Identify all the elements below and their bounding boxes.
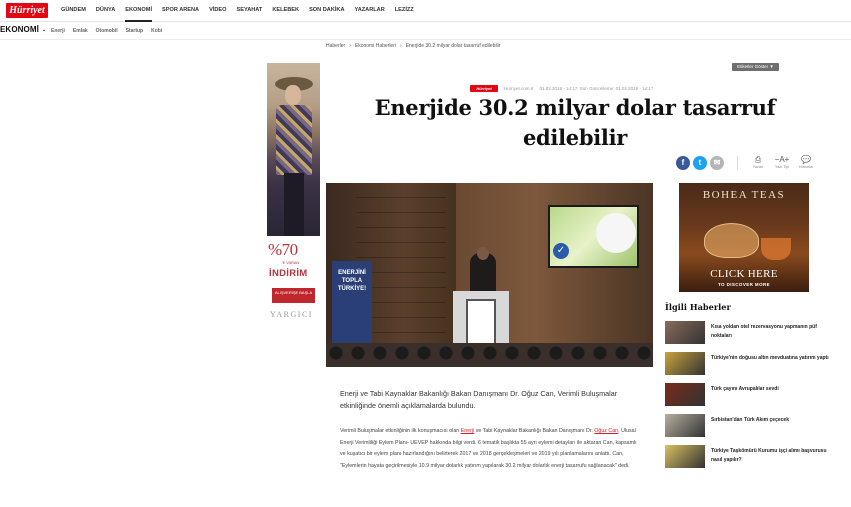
related-news-item[interactable]: Türkiye'nin doğusu altın mevduatına yatı… — [665, 352, 835, 383]
nav-item[interactable]: YAZARLAR — [355, 0, 385, 22]
speaker-figure — [470, 247, 496, 293]
related-news-thumbnail[interactable] — [665, 383, 705, 406]
twitter-share-icon[interactable]: t — [693, 156, 707, 170]
nav-item[interactable]: SEYAHAT — [237, 0, 263, 22]
related-news-headline[interactable]: Kısa yoldan otel rezervasyonu yapmanın p… — [711, 321, 835, 341]
related-news-thumbnail[interactable] — [665, 321, 705, 344]
related-news-item[interactable]: Sırbistan'dan Türk Akım çeçecek — [665, 414, 835, 445]
audience — [326, 343, 653, 367]
related-news-title: İlgili Haberler — [665, 302, 731, 312]
divider — [737, 156, 738, 170]
article-main-photo: ✓ ENERJİNİ TOPLA TÜRKİYE! — [326, 183, 653, 367]
section-subnav-item[interactable]: Otomobil — [96, 28, 118, 34]
nav-item[interactable]: SON DAKİKA — [309, 0, 344, 22]
section-subnav: Enerji Emlak Otomobil Startup Kobi — [51, 28, 170, 34]
section-navbar: EKONOMİ ⌄ Enerji Emlak Otomobil Startup Kobi — [0, 23, 851, 40]
ad-shop-button[interactable]: ALIŞVERİŞE BAŞLA — [272, 288, 315, 303]
ad-cta-sub: TO DISCOVER MORE — [717, 282, 771, 287]
breadcrumb-separator: › — [400, 43, 402, 49]
ad-model-image — [267, 63, 320, 236]
main-nav: GÜNDEM DÜNYA EKONOMİ SPOR ARENA VİDEO SEYAHAT… — [61, 0, 424, 22]
ad-discount-label: İNDİRİM — [269, 268, 308, 279]
related-news-item[interactable]: Kısa yoldan otel rezervasyonu yapmanın p… — [665, 321, 835, 352]
article-headline: Enerjide 30.2 milyar dolar tasarruf edil… — [374, 95, 776, 150]
comment-tool[interactable]: 💬 Yorumlar — [794, 155, 818, 169]
facebook-share-icon[interactable]: f — [676, 156, 690, 170]
nav-item[interactable]: SPOR ARENA — [162, 0, 199, 22]
related-news-headline[interactable]: Sırbistan'dan Türk Akım çeçecek — [711, 414, 789, 425]
right-advertisement[interactable]: BOHEA TEAS CLICK HERE TO DISCOVER MORE — [679, 183, 809, 292]
checkmark-icon: ✓ — [553, 243, 569, 259]
article-tools: ⎙ Yazdır −A+ Yazı Tipi 💬 Yorumlar — [746, 155, 818, 169]
tool-label: Yazı Tipi — [774, 165, 790, 169]
comment-icon: 💬 — [801, 155, 811, 164]
left-advertisement[interactable]: %70 'E VARAN İNDİRİM ALIŞVERİŞE BAŞLA YA… — [267, 63, 320, 323]
tool-label: Yorumlar — [798, 165, 814, 169]
nav-item[interactable]: DÜNYA — [96, 0, 115, 22]
section-subnav-item[interactable]: Startup — [126, 28, 144, 34]
article-lead: Enerji ve Tabi Kaynaklar Bakanlığı Bakan… — [340, 389, 618, 410]
related-news-thumbnail[interactable] — [665, 414, 705, 437]
top-navbar: Hürriyet GÜNDEM DÜNYA EKONOMİ SPOR ARENA VİD… — [0, 0, 851, 22]
section-subnav-item[interactable]: Enerji — [51, 28, 65, 34]
ad-tea-brand: BOHEA TEAS — [702, 189, 786, 201]
body-link-oguz-can[interactable]: Oğuz Can — [594, 428, 618, 434]
nav-item[interactable]: VİDEO — [209, 0, 226, 22]
nav-item[interactable]: EKONOMİ — [125, 0, 152, 22]
related-news-list: Kısa yoldan otel rezervasyonu yapmanın p… — [665, 321, 835, 476]
print-tool[interactable]: ⎙ Yazdır — [746, 155, 770, 169]
share-buttons: f t ✉ — [676, 156, 727, 170]
ad-cta: CLICK HERE — [710, 268, 778, 280]
breadcrumb-item[interactable]: Haberler — [326, 43, 345, 49]
ad-discount-suffix: 'E VARAN — [282, 261, 300, 265]
source-logo: Hürriyet — [470, 85, 498, 92]
related-news-thumbnail[interactable] — [665, 352, 705, 375]
related-news-item[interactable]: Türkiye Taşkömürü Kurumu işçi alımı başv… — [665, 445, 835, 476]
show-tags-button[interactable]: Etiketler Göster ▼ — [732, 63, 779, 71]
article-dates: 01.02.2018 - 14:17, Son Güncelleme: 01.0… — [539, 86, 654, 91]
nav-item[interactable]: LEZİZZ — [395, 0, 414, 22]
breadcrumb-item[interactable]: Enerjide 30.2 milyar dolar tasarruf edil… — [406, 43, 501, 49]
breadcrumb: Haberler › Ekonomi Haberleri › Enerjide 30.2… — [326, 43, 504, 49]
article-body: Verimli Buluşmalar etkinliğinin ilk konu… — [340, 428, 637, 469]
body-link-enerji[interactable]: Enerji — [461, 428, 475, 434]
section-title[interactable]: EKONOMİ ⌄ — [0, 25, 46, 34]
related-news-item[interactable]: Türk çayını Avrupalılar sevdi — [665, 383, 835, 414]
print-icon: ⎙ — [754, 155, 762, 164]
section-subnav-item[interactable]: Emlak — [73, 28, 88, 34]
related-news-headline[interactable]: Türk çayını Avrupalılar sevdi — [711, 383, 779, 394]
breadcrumb-separator: › — [349, 43, 351, 49]
teacup-image — [761, 238, 791, 260]
ad-discount-percent: %70 — [268, 240, 298, 259]
presentation-screen: ✓ — [548, 205, 639, 268]
font-size-icon: −A+ — [774, 155, 790, 164]
teapot-image — [704, 223, 759, 258]
chevron-down-icon: ⌄ — [41, 27, 47, 33]
ad-brand: YARGICI — [270, 310, 313, 319]
section-subnav-item[interactable]: Kobi — [151, 28, 162, 34]
nav-item[interactable]: KELEBEK — [272, 0, 299, 22]
article-meta: Hürriyet Hurriyet.com.tr 01.02.2018 - 14… — [470, 85, 659, 92]
related-news-headline[interactable]: Türkiye Taşkömürü Kurumu işçi alımı başv… — [711, 445, 835, 465]
site-logo[interactable]: Hürriyet — [6, 3, 48, 18]
source-name: Hurriyet.com.tr — [504, 86, 534, 91]
breadcrumb-item[interactable]: Ekonomi Haberleri — [355, 43, 396, 49]
event-banner: ENERJİNİ TOPLA TÜRKİYE! — [332, 261, 372, 351]
related-news-headline[interactable]: Türkiye'nin doğusu altın mevduatına yatı… — [711, 352, 829, 363]
tool-label: Yazdır — [752, 165, 764, 169]
related-news-thumbnail[interactable] — [665, 445, 705, 468]
font-size-tool[interactable]: −A+ Yazı Tipi — [770, 155, 794, 169]
email-share-icon[interactable]: ✉ — [710, 156, 724, 170]
nav-item[interactable]: GÜNDEM — [61, 0, 86, 22]
